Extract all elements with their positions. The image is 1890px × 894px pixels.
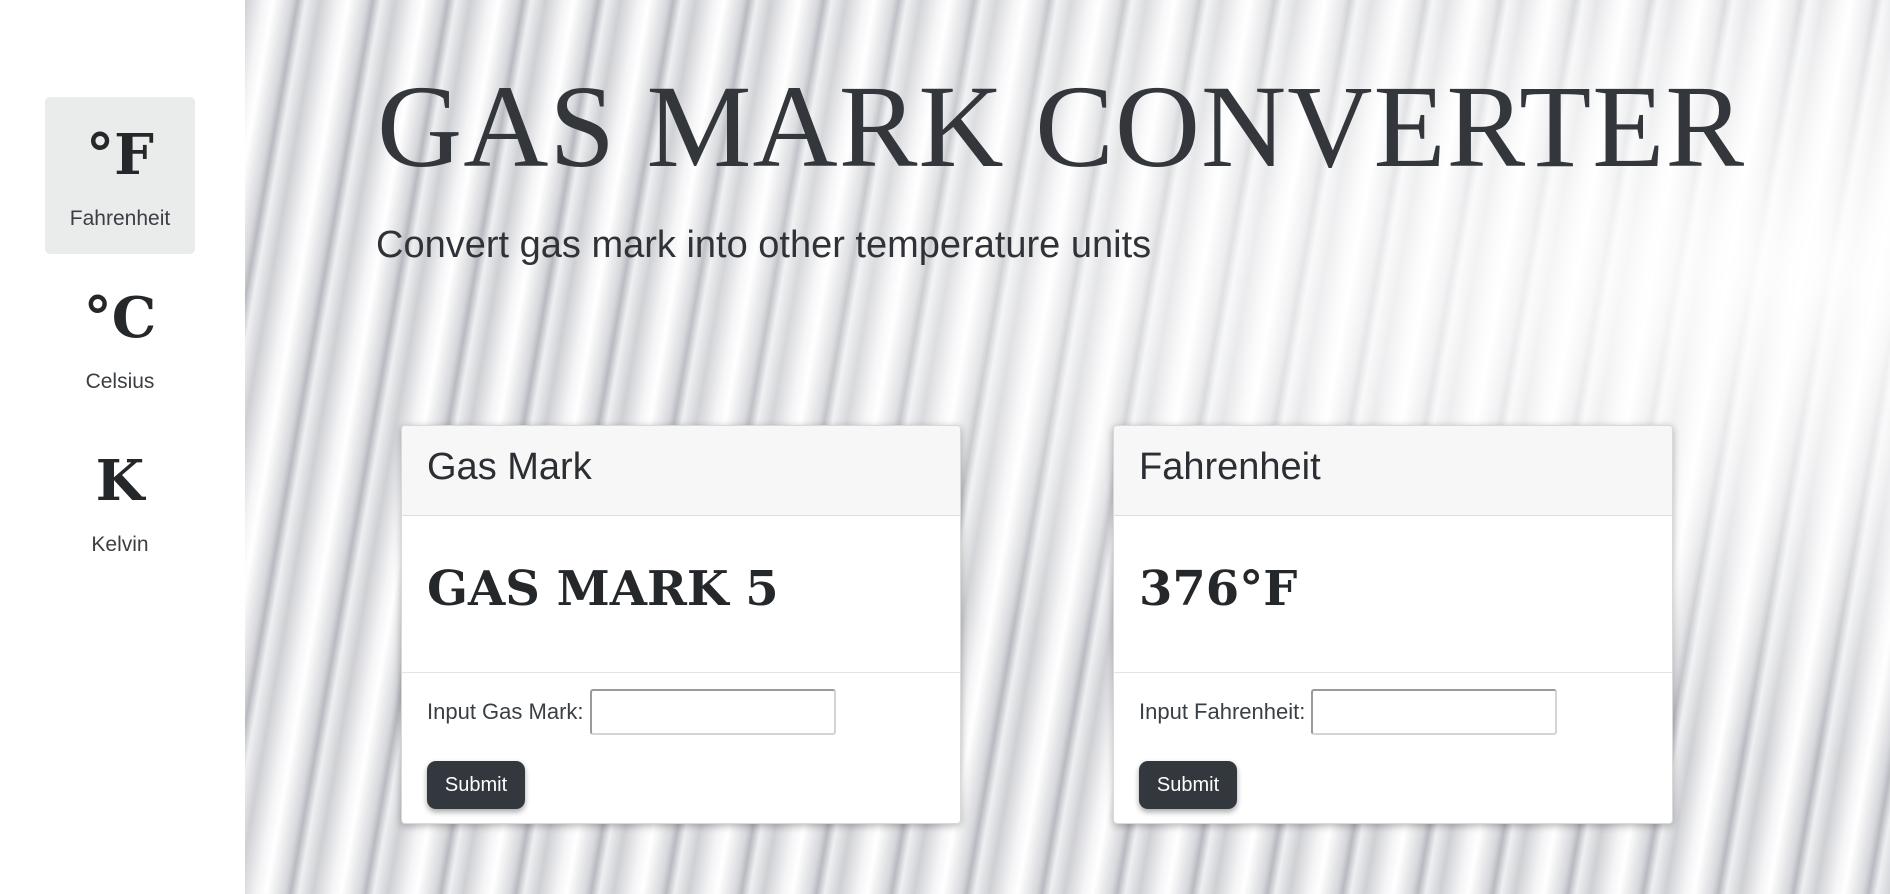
sidebar-item-fahrenheit[interactable]: °F Fahrenheit [45,97,195,254]
gas-mark-value: GAS MARK 5 [402,516,960,673]
fahrenheit-input-label: Input Fahrenheit: [1139,699,1306,724]
sidebar-item-label: Celsius [85,370,155,393]
sidebar: °F Fahrenheit °C Celsius K Kelvin [0,0,245,894]
sidebar-item-label: Fahrenheit [69,207,171,230]
fahrenheit-input[interactable] [1311,689,1558,735]
gas-mark-input-label: Input Gas Mark: [427,699,584,724]
card-header: Gas Mark [402,426,960,516]
fahrenheit-icon: °F [86,122,154,188]
gas-mark-input[interactable] [589,689,836,735]
card-header: Fahrenheit [1114,426,1672,516]
page-title: GAS MARK CONVERTER [377,61,1746,192]
kelvin-icon: K [95,448,145,514]
sidebar-item-kelvin[interactable]: K Kelvin [45,423,195,580]
gas-mark-card: Gas Mark GAS MARK 5 Input Gas Mark: Subm… [401,425,961,824]
celsius-icon: °C [83,285,157,351]
page-subtitle: Convert gas mark into other temperature … [376,224,1152,266]
gas-mark-submit-button[interactable]: Submit [427,761,525,809]
sidebar-item-label: Kelvin [91,533,149,556]
card-footer: Input Gas Mark: Submit [402,673,960,809]
sidebar-item-celsius[interactable]: °C Celsius [45,260,195,417]
card-footer: Input Fahrenheit: Submit [1114,673,1672,809]
input-row: Input Gas Mark: [427,689,935,735]
fahrenheit-card: Fahrenheit 376°F Input Fahrenheit: Submi… [1113,425,1673,824]
main-content: GAS MARK CONVERTER Convert gas mark into… [245,0,1890,894]
input-row: Input Fahrenheit: [1139,689,1647,735]
fahrenheit-value: 376°F [1114,516,1672,673]
fahrenheit-submit-button[interactable]: Submit [1139,761,1237,809]
